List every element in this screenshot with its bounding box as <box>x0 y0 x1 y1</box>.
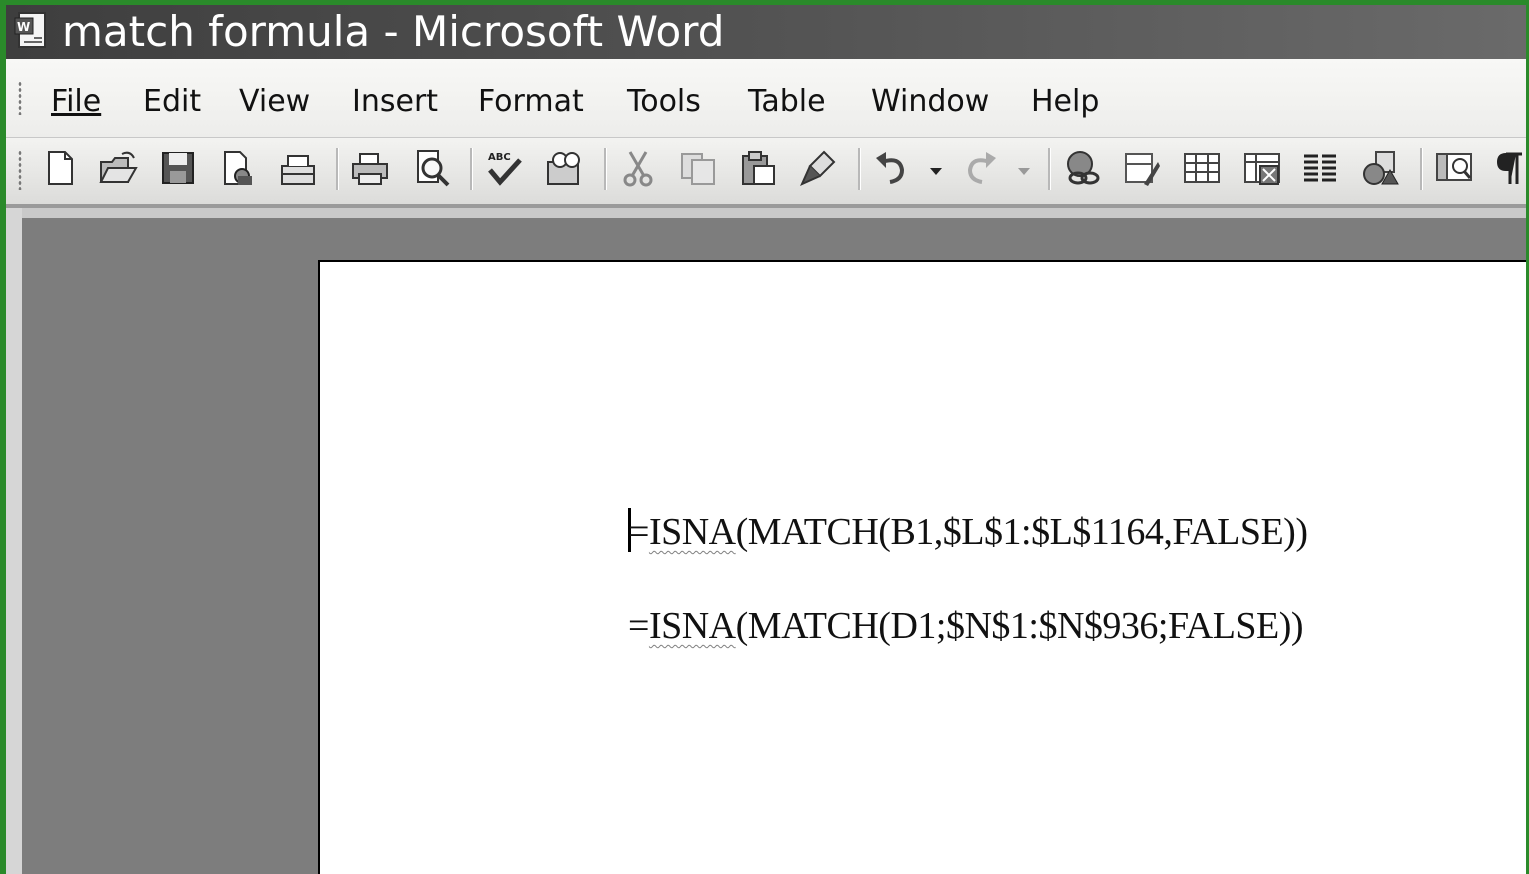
new-document-icon[interactable] <box>40 148 80 188</box>
word-document-icon: W <box>14 12 46 48</box>
print-icon[interactable] <box>350 148 390 188</box>
formula-2-text: (MATCH(D1;$N$1:$N$936;FALSE)) <box>735 605 1304 647</box>
open-icon[interactable] <box>98 148 138 188</box>
menu-view-label: View <box>239 84 311 119</box>
format-painter-icon[interactable] <box>798 148 838 188</box>
save-icon[interactable] <box>158 148 198 188</box>
toolbar-separator <box>470 148 473 190</box>
document-workspace[interactable]: =ISNA(MATCH(B1,$L$1:$L$1164,FALSE)) =ISN… <box>6 208 1526 874</box>
workspace-top-edge <box>22 208 1526 218</box>
paste-icon[interactable] <box>738 148 778 188</box>
redo-dropdown-icon[interactable] <box>1014 148 1034 188</box>
formula-line-2[interactable]: =ISNA(MATCH(D1;$N$1:$N$936;FALSE)) <box>628 604 1304 648</box>
menu-format-label: Format <box>478 84 584 119</box>
email-icon[interactable] <box>278 148 318 188</box>
toolbar-separator <box>858 148 861 190</box>
copy-icon[interactable] <box>678 148 718 188</box>
insert-excel-icon[interactable] <box>1242 148 1282 188</box>
menu-tools-label: Tools <box>627 84 701 119</box>
formula-2-prefix: = <box>628 605 649 647</box>
document-page[interactable]: =ISNA(MATCH(B1,$L$1:$L$1164,FALSE)) =ISN… <box>318 260 1526 874</box>
svg-text:ABC: ABC <box>488 152 511 163</box>
toolbar-grip-handle[interactable] <box>18 150 22 190</box>
hyperlink-icon[interactable] <box>1062 148 1102 188</box>
formula-1-prefix: = <box>628 511 649 553</box>
drawing-icon[interactable] <box>1360 148 1400 188</box>
window-title: match formula - Microsoft Word <box>62 7 725 56</box>
menu-edit-label: Edit <box>143 84 202 119</box>
menu-tools[interactable]: Tools <box>627 79 701 125</box>
formula-1-text: (MATCH(B1,$L$1:$L$1164,FALSE)) <box>735 511 1308 553</box>
menu-bar: File Edit View Insert Format Tools Table… <box>6 59 1526 138</box>
toolbar-separator <box>336 148 339 190</box>
formula-2-spelling-flag[interactable]: ISNA <box>649 605 736 647</box>
toolbar-separator <box>604 148 607 190</box>
undo-dropdown-icon[interactable] <box>926 148 946 188</box>
redo-icon[interactable] <box>960 148 1000 188</box>
toolbar-separator <box>1420 148 1423 190</box>
tables-borders-icon[interactable] <box>1122 148 1162 188</box>
menu-insert[interactable]: Insert <box>352 79 438 125</box>
menu-help-label: Help <box>1031 84 1100 119</box>
print-preview-icon[interactable] <box>412 148 452 188</box>
menu-help[interactable]: Help <box>1031 79 1099 125</box>
menu-table[interactable]: Table <box>748 79 826 125</box>
menu-file-label: File <box>51 84 102 119</box>
menu-view[interactable]: View <box>239 79 310 125</box>
show-formatting-icon[interactable] <box>1494 148 1526 188</box>
menu-table-label: Table <box>748 84 826 119</box>
menu-format[interactable]: Format <box>478 79 584 125</box>
research-icon[interactable] <box>544 148 584 188</box>
word-window: W match formula - Microsoft Word File Ed… <box>6 5 1526 874</box>
title-bar[interactable]: W match formula - Microsoft Word <box>6 5 1526 59</box>
toolbar-separator <box>1048 148 1051 190</box>
svg-text:W: W <box>17 20 30 34</box>
menu-edit[interactable]: Edit <box>143 79 201 125</box>
columns-icon[interactable] <box>1300 148 1340 188</box>
document-map-icon[interactable] <box>1434 148 1474 188</box>
formula-1-spelling-flag[interactable]: ISNA <box>649 511 736 553</box>
menu-window[interactable]: Window <box>871 79 989 125</box>
cut-icon[interactable] <box>618 148 658 188</box>
menu-window-label: Window <box>871 84 990 119</box>
undo-icon[interactable] <box>872 148 912 188</box>
spelling-icon[interactable]: ABC <box>484 148 524 188</box>
standard-toolbar: ABC <box>6 138 1526 204</box>
workspace-left-edge <box>6 208 22 874</box>
menubar-grip-handle[interactable] <box>18 81 22 115</box>
menu-file[interactable]: File <box>51 79 101 125</box>
formula-line-1[interactable]: =ISNA(MATCH(B1,$L$1:$L$1164,FALSE)) <box>628 508 1308 554</box>
menu-insert-label: Insert <box>352 84 439 119</box>
insert-table-icon[interactable] <box>1182 148 1222 188</box>
permission-icon[interactable] <box>218 148 258 188</box>
